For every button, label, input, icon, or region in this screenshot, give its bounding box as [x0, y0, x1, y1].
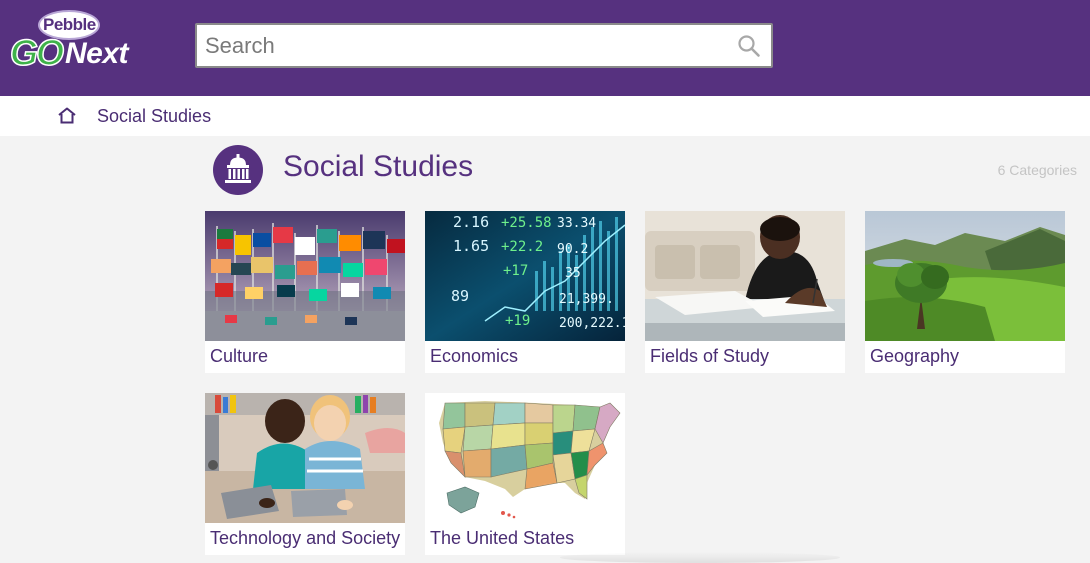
stock-ticker-photo: 2.16 1.65 89 +25.58 +22.2 +17 +19 33.34 90.2 35… [425, 211, 625, 341]
home-icon [58, 107, 76, 124]
category-label: The United States [430, 528, 575, 548]
breadcrumb: Social Studies [0, 96, 1090, 136]
svg-text:+17: +17 [503, 263, 528, 279]
category-count: 6 Categories [997, 162, 1077, 178]
category-card-fields-of-study[interactable]: Fields of Study [645, 211, 845, 373]
category-label: Economics [430, 346, 519, 366]
svg-text:2.16: 2.16 [453, 213, 489, 231]
category-label: Fields of Study [650, 346, 770, 366]
category-card-the-united-states[interactable]: The United States [425, 393, 625, 555]
kids-with-tablets-photo [205, 393, 405, 523]
breadcrumb-item-social-studies[interactable]: Social Studies [97, 106, 211, 127]
svg-text:90.2: 90.2 [557, 242, 588, 257]
page-title: Social Studies [283, 150, 474, 183]
svg-text:89: 89 [451, 287, 469, 305]
svg-text:+19: +19 [505, 313, 530, 329]
student-studying-photo [645, 211, 845, 341]
category-card-economics[interactable]: 2.16 1.65 89 +25.58 +22.2 +17 +19 33.34 90.2 35… [425, 211, 625, 373]
category-card-geography[interactable]: Geography [865, 211, 1065, 373]
svg-text:21,399.: 21,399. [559, 292, 614, 307]
category-card-technology-and-society[interactable]: Technology and Society [205, 393, 405, 555]
magnifier-icon [738, 35, 760, 57]
capitol-building-icon [225, 154, 251, 183]
green-landscape-photo [865, 211, 1065, 341]
search-input[interactable] [197, 25, 727, 66]
flags-photo [205, 211, 405, 341]
bottom-shadow [560, 552, 840, 563]
category-card-culture[interactable]: Culture [205, 211, 405, 373]
home-link[interactable] [57, 106, 77, 126]
svg-text:200,222.1: 200,222.1 [559, 316, 625, 331]
svg-text:+22.2: +22.2 [501, 239, 543, 255]
search-button[interactable] [737, 34, 761, 58]
category-label: Culture [210, 346, 269, 366]
svg-text:35: 35 [565, 266, 581, 281]
search-box [195, 23, 773, 68]
us-map-photo [425, 393, 625, 523]
svg-text:33.34: 33.34 [557, 216, 596, 231]
category-label: Technology and Society [210, 528, 401, 548]
svg-text:+25.58: +25.58 [501, 215, 552, 231]
pebble-go-next-logo[interactable]: Pebble GO Next [9, 10, 152, 74]
svg-text:1.65: 1.65 [453, 237, 489, 255]
section-icon-badge [213, 145, 263, 195]
category-label: Geography [870, 346, 960, 366]
top-header: Pebble GO Next [0, 0, 1090, 96]
logo-go-text: GO [9, 31, 65, 74]
logo-next-text: Next [65, 37, 129, 70]
